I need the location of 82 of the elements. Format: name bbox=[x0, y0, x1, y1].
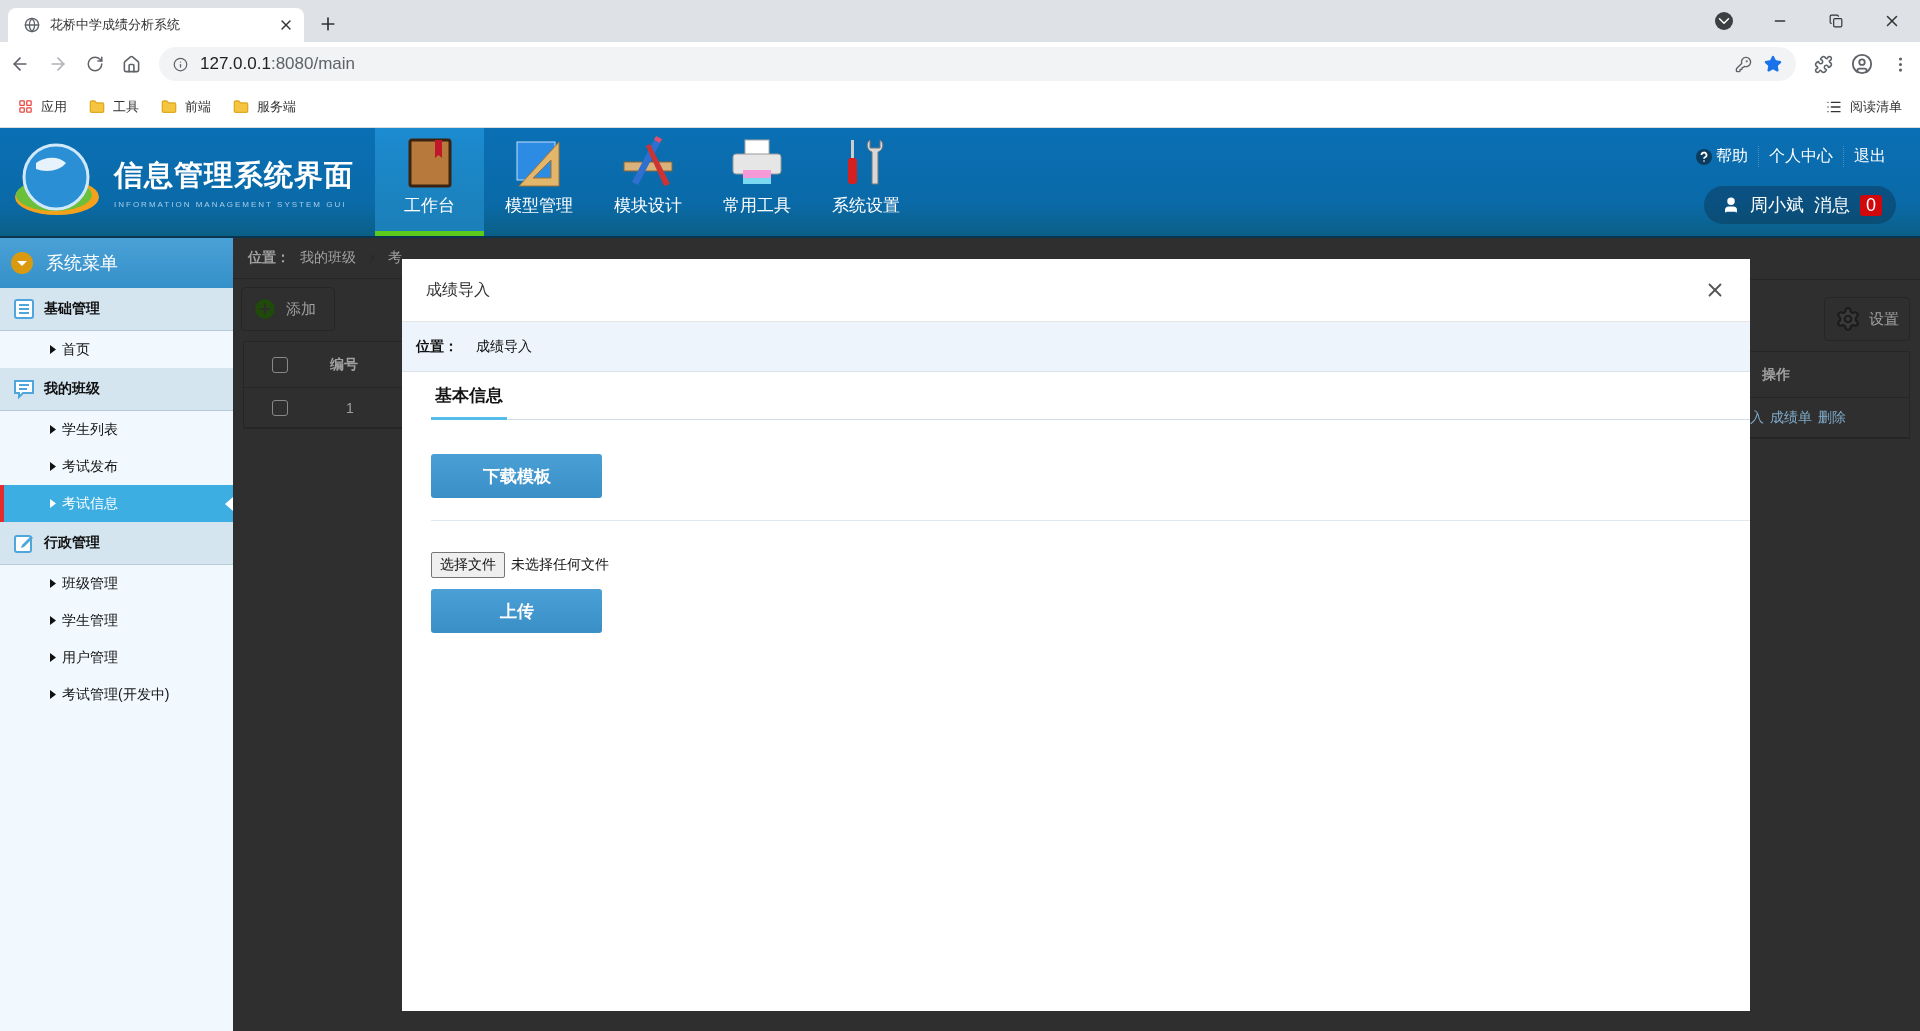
choose-file-button[interactable]: 选择文件 bbox=[431, 552, 505, 578]
bookmark[interactable]: 服务端 bbox=[233, 97, 296, 116]
extensions-icon[interactable] bbox=[1814, 54, 1833, 74]
menu-item[interactable]: 学生管理 bbox=[0, 602, 233, 639]
table-cell: 1 bbox=[346, 399, 354, 416]
address-field[interactable]: 127.0.0.1:8080/main bbox=[159, 47, 1796, 81]
chat-icon bbox=[14, 379, 34, 399]
info-icon bbox=[173, 56, 188, 72]
nav-tab[interactable]: 系统设置 bbox=[811, 128, 920, 236]
checkbox[interactable] bbox=[272, 399, 288, 416]
menu-group[interactable]: 我的班级 bbox=[0, 368, 233, 411]
menu-item[interactable]: 用户管理 bbox=[0, 639, 233, 676]
bookmark[interactable]: 应用 bbox=[18, 97, 67, 116]
header-link[interactable]: 个人中心 bbox=[1758, 146, 1843, 167]
nav-tab[interactable]: 模型管理 bbox=[484, 128, 593, 236]
bookmark-star-icon[interactable] bbox=[1764, 55, 1782, 73]
apps-grid-icon bbox=[18, 99, 33, 114]
app-subtitle: INFORMATION MANAGEMENT SYSTEM GUI bbox=[114, 199, 348, 209]
profile-icon[interactable] bbox=[1851, 53, 1873, 75]
nav-tab[interactable]: 常用工具 bbox=[702, 128, 811, 236]
breadcrumb-item[interactable]: 考 bbox=[388, 249, 402, 267]
file-status: 未选择任何文件 bbox=[511, 556, 609, 574]
triangle-icon bbox=[50, 462, 56, 471]
dialog-title: 成绩导入 bbox=[426, 279, 491, 300]
key-icon[interactable] bbox=[1735, 55, 1752, 73]
header-link[interactable]: 退出 bbox=[1843, 146, 1896, 167]
reading-list[interactable]: 阅读清单 bbox=[1826, 97, 1902, 116]
user-icon bbox=[1722, 196, 1740, 214]
triangle-icon bbox=[50, 579, 56, 588]
triangle-icon bbox=[50, 345, 56, 354]
row-action-link[interactable]: 入 bbox=[1750, 408, 1764, 427]
reload-icon[interactable] bbox=[86, 55, 104, 73]
app-title: 信息管理系统界面 bbox=[114, 157, 354, 193]
folder-icon bbox=[89, 98, 105, 115]
column-header[interactable]: 编号 bbox=[330, 355, 358, 374]
ruler-icon bbox=[514, 138, 563, 188]
menu-group[interactable]: 行政管理 bbox=[0, 522, 233, 565]
menu-header: 系统菜单 bbox=[0, 238, 233, 288]
gear-icon bbox=[1835, 306, 1861, 332]
add-button[interactable]: 添加 bbox=[241, 287, 335, 331]
nav-tab[interactable]: 工作台 bbox=[375, 128, 484, 236]
bookmark[interactable]: 前端 bbox=[161, 97, 211, 116]
help-icon bbox=[1696, 148, 1712, 165]
nav-tab[interactable]: 模块设计 bbox=[593, 128, 702, 236]
message-count: 0 bbox=[1860, 194, 1882, 216]
menu-group[interactable]: 基础管理 bbox=[0, 288, 233, 331]
book-icon bbox=[406, 138, 453, 188]
header-link[interactable]: 帮助 bbox=[1686, 146, 1758, 167]
menu-item[interactable]: 学生列表 bbox=[0, 411, 233, 448]
home-icon[interactable] bbox=[122, 54, 141, 74]
triangle-icon bbox=[50, 616, 56, 625]
menu-item[interactable]: 班级管理 bbox=[0, 565, 233, 602]
triangle-icon bbox=[50, 653, 56, 662]
row-action-link[interactable]: 成绩单 bbox=[1770, 408, 1812, 427]
menu-item[interactable]: 考试管理(开发中) bbox=[0, 676, 233, 713]
list-icon bbox=[14, 299, 34, 319]
restore-icon[interactable] bbox=[1829, 14, 1843, 28]
messages-link[interactable]: 消息 bbox=[1814, 193, 1850, 217]
user-name[interactable]: 周小斌 bbox=[1750, 193, 1804, 217]
column-header[interactable]: 操作 bbox=[1762, 365, 1790, 384]
breadcrumb-label: 位置： bbox=[248, 249, 290, 267]
edit-icon bbox=[14, 533, 34, 553]
row-action-link[interactable]: 删除 bbox=[1818, 408, 1846, 427]
info-tab[interactable]: 基本信息 bbox=[431, 372, 507, 420]
folder-icon bbox=[161, 98, 177, 115]
globe-icon bbox=[24, 17, 40, 33]
folder-icon bbox=[233, 98, 249, 115]
breadcrumb-item[interactable]: 我的班级 bbox=[300, 249, 356, 267]
menu-item[interactable]: 考试发布 bbox=[0, 448, 233, 485]
triangle-icon bbox=[50, 690, 56, 699]
bookmark[interactable]: 工具 bbox=[89, 97, 139, 116]
triangle-icon bbox=[50, 425, 56, 434]
plus-icon bbox=[252, 296, 278, 322]
settings-button[interactable]: 设置 bbox=[1824, 297, 1910, 341]
location-label: 位置： bbox=[416, 337, 458, 356]
checkbox[interactable] bbox=[272, 356, 288, 373]
dropdown-circle-icon bbox=[10, 251, 34, 275]
location-text: 成绩导入 bbox=[476, 337, 532, 356]
menu-item[interactable]: 首页 bbox=[0, 331, 233, 368]
triangle-icon bbox=[50, 499, 56, 508]
browser-tab[interactable]: 花桥中学成绩分析系统 bbox=[8, 8, 304, 42]
tab-search-icon[interactable] bbox=[1715, 12, 1733, 30]
